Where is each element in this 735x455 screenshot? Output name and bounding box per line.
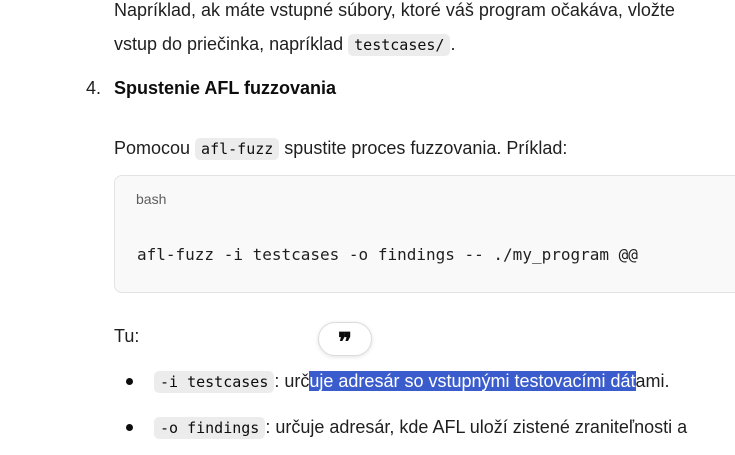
bullet-2-text: : určuje adresár, kde AFL uloží zistené … — [265, 417, 688, 437]
list-number-4: 4. — [86, 78, 102, 98]
inline-code-afl-fuzz: afl-fuzz — [195, 138, 280, 160]
bullet-1-text-after: ami. — [635, 371, 670, 391]
intro-text-2-suffix: . — [450, 34, 456, 54]
intro-text-2: vstup do priečinka, napríklad — [114, 34, 349, 54]
bullet-marker — [126, 424, 133, 431]
step-para-suffix: spustite proces fuzzovania. Príklad: — [279, 138, 568, 158]
quote-selection-button[interactable]: ❞ — [318, 322, 372, 356]
inline-code-o-findings: -o findings — [154, 417, 266, 439]
step-paragraph: Pomocou afl-fuzz spustite proces fuzzova… — [114, 135, 567, 162]
inline-code-testcases: testcases/ — [348, 34, 451, 56]
code-block[interactable]: bash afl-fuzz -i testcases -o findings -… — [114, 175, 735, 293]
intro-line-2: vstup do priečinka, napríklad testcases/… — [114, 31, 455, 58]
intro-line-1: Napríklad, ak máte vstupné súbory, ktoré… — [114, 0, 675, 23]
quote-icon: ❞ — [338, 328, 352, 358]
inline-code-i-testcases: -i testcases — [154, 371, 275, 393]
bullet-marker — [126, 378, 133, 385]
step-heading: Spustenie AFL fuzzovania — [114, 78, 337, 98]
intro-text-1: Napríklad, ak máte vstupné súbory, ktoré… — [114, 0, 675, 20]
explain-label: Tu: — [114, 326, 140, 346]
selected-text[interactable]: uje adresár so vstupnými testovacími dát — [309, 371, 636, 391]
code-language-label: bash — [136, 191, 167, 207]
code-content[interactable]: afl-fuzz -i testcases -o findings -- ./m… — [137, 245, 638, 264]
step-para-prefix: Pomocou — [114, 138, 196, 158]
bullet-item-1: -i testcases: určuje adresár so vstupným… — [154, 368, 670, 395]
bullet-item-2: -o findings: určuje adresár, kde AFL ulo… — [154, 414, 687, 441]
bullet-1-text-before: : urč — [274, 371, 310, 391]
